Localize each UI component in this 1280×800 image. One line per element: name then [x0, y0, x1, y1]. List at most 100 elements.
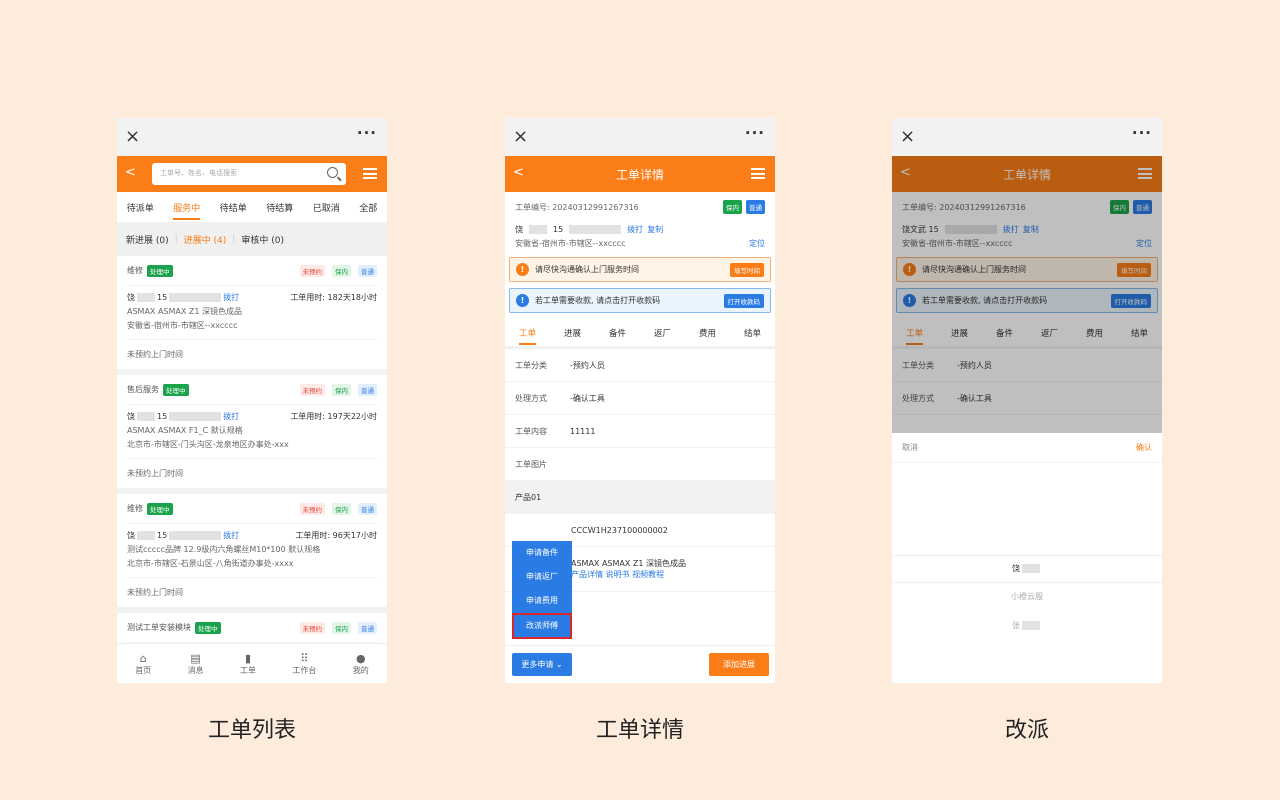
tab-order[interactable]: 工单	[518, 327, 536, 345]
address: 北京市-市辖区-石景山区-八角街道办事处-xxxx	[127, 559, 294, 568]
nav-profile[interactable]: ● 我的	[353, 652, 369, 676]
tag-unscheduled: 未预约	[299, 621, 325, 634]
menu-icon[interactable]	[363, 168, 377, 179]
menu-icon[interactable]	[751, 168, 765, 179]
tab-progress[interactable]: 进展	[951, 327, 968, 339]
call-link[interactable]: 拨打	[223, 411, 239, 422]
duration: 工单用时: 197天22小时	[290, 412, 377, 421]
order-type: 维修	[127, 504, 143, 513]
order-type: 测试工单安装模块	[127, 623, 191, 632]
picker-option[interactable]: 饶	[892, 563, 1162, 574]
more-icon[interactable]: ···	[357, 124, 377, 142]
fill-time-button[interactable]: 填写时间	[730, 262, 764, 277]
payment-code-button[interactable]: 打开收款码	[1110, 293, 1151, 308]
close-icon[interactable]: ×	[125, 126, 140, 147]
tag-unscheduled: 未预约	[299, 502, 325, 515]
customer-phone: 15	[157, 293, 168, 302]
copy-link[interactable]: 复制	[647, 224, 663, 235]
call-link[interactable]: 拨打	[627, 224, 643, 235]
order-number: 工单编号: 20240312991267316	[515, 202, 639, 212]
tab-pending-close[interactable]: 待结单	[220, 201, 247, 214]
order-card[interactable]: 维修 处理中 未预约 保内 普通 饶 15 拨打 工单用时: 96天17小时 测试ccccc…	[117, 494, 387, 613]
order-card[interactable]: 维修 处理中 未预约 保内 普通 饶 15 拨打 工单用时: 182天18小时 ASMAX …	[117, 256, 387, 375]
subtab-in-progress[interactable]: 进展中 (4)	[184, 233, 227, 246]
alert-icon: !	[516, 263, 529, 276]
alert-icon: !	[903, 263, 916, 276]
menu-icon[interactable]	[1138, 168, 1152, 179]
locate-link[interactable]: 定位	[749, 238, 765, 249]
payment-code-button[interactable]: 打开收款码	[723, 293, 764, 308]
search-icon[interactable]	[327, 167, 338, 178]
call-link[interactable]: 拨打	[223, 292, 239, 303]
product-name: 测试ccccc品牌 12.9级内六角螺丝M10*100 默认规格	[127, 545, 321, 554]
field-method: 处理方式 -确认工具	[892, 382, 1162, 415]
appointment-status: 未预约上门时间	[127, 577, 377, 607]
tab-progress[interactable]: 进展	[564, 327, 581, 339]
tab-in-service[interactable]: 服务中	[173, 201, 201, 220]
locate-link[interactable]: 定位	[1136, 238, 1152, 249]
phone-order-detail: × ··· < 工单详情 工单编号: 20240312991267316 保内 普通…	[505, 118, 775, 683]
order-card[interactable]: 售后服务 处理中 未预约 保内 普通 饶 15 拨打 工单用时: 197天22小时 ASMA…	[117, 375, 387, 494]
confirm-button[interactable]: 确认	[1136, 442, 1152, 453]
caption-reassign: 改派	[1004, 718, 1049, 743]
picker-option[interactable]: 张	[892, 620, 1162, 631]
tab-close[interactable]: 结单	[1131, 327, 1148, 339]
home-icon: ⌂	[139, 651, 147, 665]
nav-workbench[interactable]: ⠿ 工作台	[292, 652, 316, 676]
tab-all[interactable]: 全部	[359, 201, 377, 214]
menu-apply-return[interactable]: 申请返厂	[512, 565, 572, 589]
subtab-review[interactable]: 审核中 (0)	[241, 233, 284, 246]
address: 安徽省-宿州市-市辖区--xxcccc	[515, 239, 626, 248]
more-apply-button[interactable]: 更多申请 ⌄	[512, 653, 572, 676]
appointment-status: 未预约上门时间	[127, 339, 377, 369]
customer-name: 饶	[127, 412, 135, 421]
product-links[interactable]: 产品详情 说明书 视频教程	[571, 569, 664, 580]
field-images: 工单图片	[505, 448, 775, 481]
tab-parts[interactable]: 备件	[609, 327, 626, 339]
more-icon[interactable]: ···	[745, 124, 765, 142]
cancel-button[interactable]: 取消	[902, 442, 918, 453]
picker-option[interactable]: 小橙云服	[892, 591, 1162, 602]
tag-warranty: 保内	[723, 200, 742, 214]
subtab-new[interactable]: 新进展 (0)	[126, 233, 169, 246]
tag-warranty: 保内	[332, 264, 351, 277]
message-icon: ▤	[190, 651, 201, 665]
copy-link[interactable]: 复制	[1023, 224, 1039, 235]
nav-orders[interactable]: ▮ 工单	[240, 652, 256, 676]
menu-reassign-technician[interactable]: 改派师傅	[512, 613, 572, 639]
tab-pending-settle[interactable]: 待结算	[266, 201, 293, 214]
address: 安徽省-宿州市-市辖区--xxcccc	[127, 321, 238, 330]
tab-pending-dispatch[interactable]: 待派单	[127, 201, 154, 214]
more-icon[interactable]: ···	[1132, 124, 1152, 142]
mini-program-bar: × ···	[892, 118, 1162, 156]
tab-return[interactable]: 返厂	[654, 327, 671, 339]
tab-fees[interactable]: 费用	[699, 327, 716, 339]
duration: 工单用时: 182天18小时	[290, 293, 377, 302]
appointment-status: 未预约上门时间	[127, 458, 377, 488]
nav-home[interactable]: ⌂ 首页	[135, 652, 151, 676]
fill-time-button[interactable]: 填写时间	[1117, 262, 1151, 277]
menu-apply-parts[interactable]: 申请备件	[512, 541, 572, 565]
picker-header: 取消 确认	[892, 433, 1162, 463]
nav-messages[interactable]: ▤ 消息	[188, 652, 204, 676]
call-link[interactable]: 拨打	[1003, 224, 1019, 235]
field-content: 工单内容 11111	[505, 415, 775, 448]
close-icon[interactable]: ×	[900, 126, 915, 147]
field-category: 工单分类 -预约人员	[892, 349, 1162, 382]
tab-order[interactable]: 工单	[905, 327, 923, 345]
close-icon[interactable]: ×	[513, 126, 528, 147]
add-progress-button[interactable]: 添加进展	[709, 653, 769, 676]
back-icon[interactable]: <	[125, 165, 136, 180]
tab-fees[interactable]: 费用	[1086, 327, 1103, 339]
tab-cancelled[interactable]: 已取消	[313, 201, 340, 214]
call-link[interactable]: 拨打	[223, 530, 239, 541]
customer-phone: 15	[157, 412, 168, 421]
search-placeholder: 工单号、姓名、电话搜索	[160, 169, 237, 177]
tab-parts[interactable]: 备件	[996, 327, 1013, 339]
tag-warranty: 保内	[332, 383, 351, 396]
search-input[interactable]: 工单号、姓名、电话搜索	[152, 163, 346, 185]
tab-close[interactable]: 结单	[744, 327, 761, 339]
tab-return[interactable]: 返厂	[1041, 327, 1058, 339]
menu-apply-fees[interactable]: 申请费用	[512, 589, 572, 613]
order-summary: 工单编号: 20240312991267316 保内 普通 饶 15 拨打 复制 安徽省-…	[505, 192, 775, 257]
